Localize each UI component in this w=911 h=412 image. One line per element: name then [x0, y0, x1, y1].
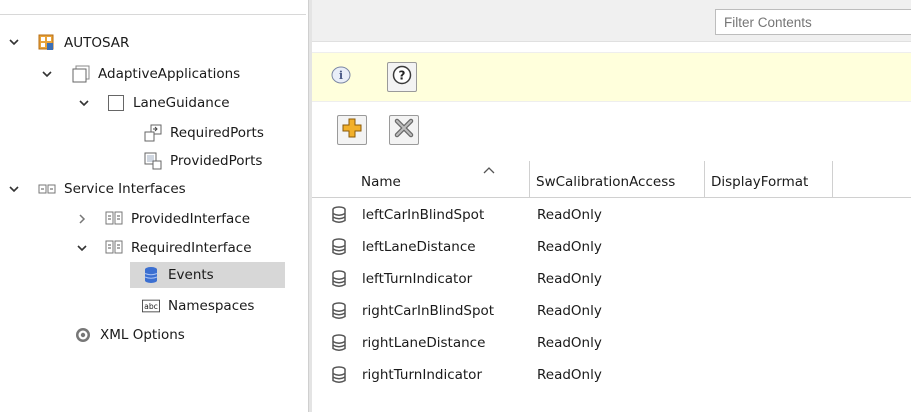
tree-node-label: LaneGuidance [133, 95, 230, 111]
tree-node-service-interfaces[interactable]: Service Interfaces [38, 176, 186, 202]
expand-chevron-icon[interactable] [7, 182, 21, 196]
cell-name: rightTurnIndicator [362, 367, 482, 383]
component-icon [107, 94, 125, 112]
filter-bar [312, 0, 911, 42]
tree-node-label: ProvidedInterface [131, 211, 251, 227]
tree-node-label: Service Interfaces [64, 181, 186, 197]
cell-name: leftLaneDistance [362, 239, 476, 255]
tree-node-label: Events [168, 267, 214, 283]
namespaces-icon: abc [142, 297, 160, 315]
table-row[interactable]: leftLaneDistance ReadOnly [312, 231, 911, 263]
cell-name: leftCarInBlindSpot [362, 207, 485, 223]
database-icon [331, 231, 347, 263]
tree-node-label: RequiredPorts [170, 125, 264, 141]
table-row[interactable]: rightLaneDistance ReadOnly [312, 327, 911, 359]
cell-name: leftTurnIndicator [362, 271, 473, 287]
package-icon [72, 65, 90, 83]
tree-node-label: ProvidedPorts [170, 153, 263, 169]
table-row[interactable]: rightTurnIndicator ReadOnly [312, 359, 911, 391]
tree-node-autosar[interactable]: AUTOSAR [38, 30, 129, 56]
info-button[interactable]: i [326, 62, 356, 92]
delete-button[interactable] [389, 115, 419, 145]
help-button[interactable]: ? [387, 62, 417, 92]
tree-node-required-interface[interactable]: RequiredInterface [105, 235, 252, 261]
collapse-chevron-right-icon[interactable] [75, 212, 89, 226]
table-row[interactable]: leftTurnIndicator ReadOnly [312, 263, 911, 295]
tree-node-provided-interface[interactable]: ProvidedInterface [105, 206, 250, 232]
info-icon: i [330, 64, 352, 90]
tree-node-events[interactable]: Events [130, 262, 285, 288]
svg-text:?: ? [399, 69, 406, 83]
service-interfaces-icon [38, 180, 56, 198]
tree-node-label: RequiredInterface [131, 240, 252, 256]
content-panel: i ? [312, 0, 911, 412]
expand-chevron-icon[interactable] [40, 67, 54, 81]
database-icon [331, 327, 347, 359]
cell-access: ReadOnly [537, 303, 602, 319]
column-header-displayformat[interactable]: DisplayFormat [705, 161, 833, 197]
svg-text:i: i [339, 69, 343, 82]
xml-options-icon [74, 326, 92, 344]
column-header-name[interactable]: Name [355, 161, 530, 197]
cell-access: ReadOnly [537, 367, 602, 383]
svg-text:abc: abc [144, 302, 158, 311]
sort-ascending-icon [483, 164, 495, 177]
tree-node-label: AdaptiveApplications [98, 66, 241, 82]
cell-access: ReadOnly [537, 335, 602, 351]
tree-node-label: AUTOSAR [64, 35, 130, 51]
header-divider [312, 197, 911, 198]
cell-access: ReadOnly [537, 239, 602, 255]
cell-name: rightLaneDistance [362, 335, 486, 351]
interface-icon [105, 239, 123, 257]
database-icon [331, 263, 347, 295]
cell-access: ReadOnly [537, 271, 602, 287]
database-icon [331, 295, 347, 327]
interface-icon [105, 210, 123, 228]
provided-ports-icon [144, 152, 162, 170]
add-plus-icon [341, 117, 363, 143]
database-icon [331, 199, 347, 231]
tree-node-required-ports[interactable]: RequiredPorts [144, 120, 264, 146]
tree-node-namespaces[interactable]: abc Namespaces [142, 293, 254, 319]
expand-chevron-icon[interactable] [75, 241, 89, 255]
tree-node-label: XML Options [100, 327, 185, 343]
tree-node-adaptive-applications[interactable]: AdaptiveApplications [72, 61, 240, 87]
expand-chevron-icon[interactable] [7, 35, 21, 49]
events-icon [142, 266, 160, 284]
tree-panel: AUTOSAR AdaptiveApplications LaneGuidanc… [0, 0, 310, 412]
required-ports-icon [144, 124, 162, 142]
cell-access: ReadOnly [537, 207, 602, 223]
tree-node-label: Namespaces [168, 298, 255, 314]
tree-node-xml-options[interactable]: XML Options [74, 322, 185, 348]
filter-contents-input[interactable] [715, 9, 911, 35]
tree-top-divider [0, 14, 306, 15]
table-row[interactable]: leftCarInBlindSpot ReadOnly [312, 199, 911, 231]
tree-node-provided-ports[interactable]: ProvidedPorts [144, 148, 262, 174]
info-bar: i ? [312, 52, 911, 102]
toolbar [312, 108, 911, 154]
database-icon [331, 359, 347, 391]
autosar-root-icon [38, 34, 56, 52]
help-icon: ? [391, 64, 413, 90]
expand-chevron-icon[interactable] [77, 96, 91, 110]
tree-node-lane-guidance[interactable]: LaneGuidance [107, 90, 230, 116]
add-button[interactable] [337, 115, 367, 145]
cell-name: rightCarInBlindSpot [362, 303, 495, 319]
delete-x-icon [393, 117, 415, 143]
column-header-swcalibrationaccess[interactable]: SwCalibrationAccess [530, 161, 705, 197]
table-row[interactable]: rightCarInBlindSpot ReadOnly [312, 295, 911, 327]
